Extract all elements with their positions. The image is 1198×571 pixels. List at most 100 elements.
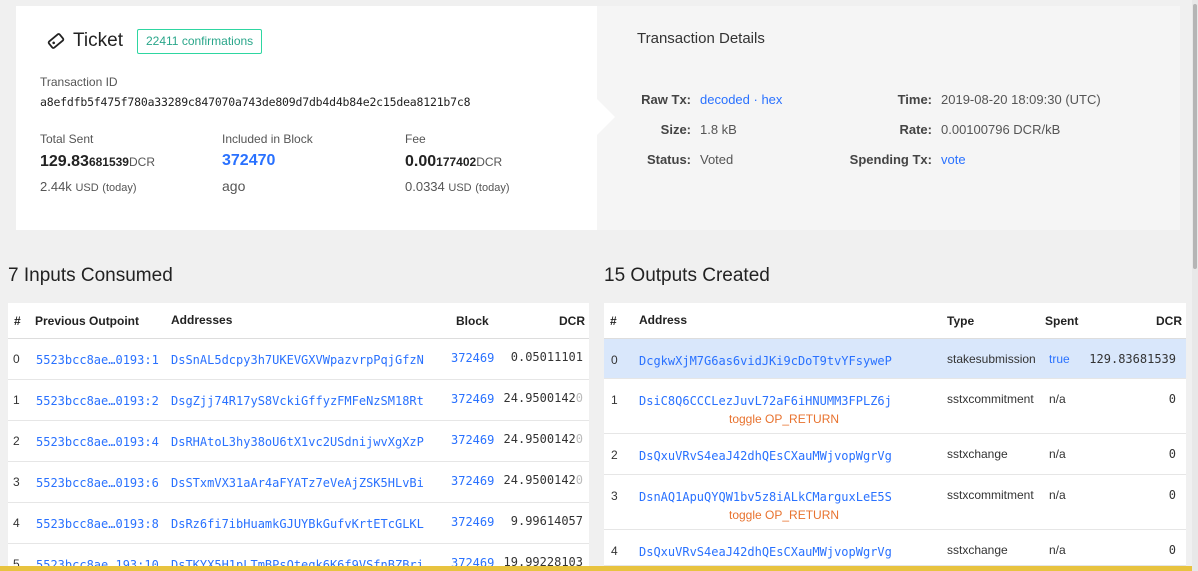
inputs-header: # Previous Outpoint Addresses Block DCR (8, 303, 589, 339)
scrollbar-thumb[interactable] (1193, 4, 1197, 269)
output-spent[interactable]: true (1049, 352, 1070, 366)
inputs-col-block: Block (456, 314, 489, 328)
output-index: 3 (611, 489, 618, 503)
today-label: (today) (102, 182, 137, 194)
output-index: 1 (611, 393, 618, 407)
rate-label: Rate: (899, 122, 932, 137)
output-address-link[interactable]: DsiC8Q6CCCLezJuvL72aF6iHNUMM3FPLZ6j (639, 394, 892, 408)
input-dcr-value: 24.95001420 (504, 391, 583, 405)
input-outpoint-link[interactable]: 5523bcc8ae…0193:4 (36, 435, 159, 449)
total-sent-unit: DCR (128, 155, 155, 169)
input-dcr-main: 24.9500142 (503, 473, 576, 487)
status-value: Voted (700, 152, 734, 167)
spending-link: vote (941, 152, 966, 167)
outputs-title: 15 Outputs Created (604, 265, 770, 286)
spending-label: Spending Tx: (849, 152, 932, 167)
ticket-heading: Ticket (46, 30, 123, 52)
outputs-col-address: Address (639, 313, 688, 327)
inputs-col-dcr: DCR (559, 314, 585, 328)
bottom-accent-bar (0, 566, 1198, 571)
input-block-link[interactable]: 372469 (451, 515, 494, 529)
fee-usd: 0.0334 USD (today) (405, 179, 510, 194)
inputs-col-addresses: Addresses (171, 313, 233, 327)
total-sent-usd-value: 2.44k (40, 179, 72, 194)
output-index: 0 (611, 353, 618, 367)
fee-today-label: (today) (475, 182, 510, 194)
ticket-icon (46, 31, 66, 51)
toggle-op-return-link[interactable]: toggle OP_RETURN (729, 412, 839, 426)
output-address-link[interactable]: DsQxuVRvS4eaJ42dhQEsCXauMWjvopWgrVg (639, 449, 892, 463)
total-sent-label: Total Sent (40, 132, 94, 146)
input-index: 3 (13, 475, 20, 489)
input-block-link[interactable]: 372469 (451, 433, 494, 447)
fee-usd-unit: USD (448, 182, 472, 194)
input-index: 4 (13, 516, 20, 530)
block-ago: ago (222, 178, 246, 194)
input-address-link[interactable]: DsgZjj74R17yS8VckiGffyzFMFeNzSM18Rt (171, 394, 424, 408)
fee-amount: 0.00177402DCR (405, 153, 502, 171)
output-dcr-value: 0 (1168, 392, 1176, 406)
details-title: Transaction Details (637, 30, 765, 47)
input-index: 2 (13, 434, 20, 448)
output-address-link[interactable]: DsQxuVRvS4eaJ42dhQEsCXauMWjvopWgrVg (639, 545, 892, 559)
outputs-col-dcr: DCR (1156, 314, 1182, 328)
outputs-col-spent: Spent (1045, 314, 1079, 328)
input-address-link[interactable]: DsRz6fi7ibHuamkGJUYBkGufvKrtETcGLKL (171, 517, 424, 531)
input-dcr-main: 24.9500142 (503, 391, 576, 405)
input-outpoint-link[interactable]: 5523bcc8ae…0193:6 (36, 476, 159, 490)
usd-unit: USD (75, 182, 99, 194)
size-value: 1.8 kB (700, 122, 737, 137)
spending-tx-link[interactable]: vote (941, 152, 966, 167)
input-block-link[interactable]: 372469 (451, 474, 494, 488)
output-spent: n/a (1049, 392, 1066, 406)
hex-link[interactable]: hex (761, 92, 782, 107)
fee-label: Fee (405, 132, 426, 146)
toggle-op-return-link[interactable]: toggle OP_RETURN (729, 508, 839, 522)
input-address-link[interactable]: DsSnAL5dcpy3h7UKEVGXVWpazvrpPqjGfzN (171, 353, 424, 367)
outputs-col-type: Type (947, 314, 975, 328)
outputs-table-row: 3 DsnAQ1ApuQYQW1bv5z8iALkCMarguxLeE5S sstx… (604, 475, 1186, 530)
input-block-link[interactable]: 372469 (451, 351, 494, 365)
input-outpoint-link[interactable]: 5523bcc8ae…0193:8 (36, 517, 159, 531)
input-dcr-main: 0.05011101 (510, 350, 583, 364)
confirmations-badge: 22411 confirmations (137, 29, 263, 54)
output-spent: n/a (1049, 543, 1066, 557)
output-dcr-value: 0 (1168, 447, 1176, 461)
output-dcr-value: 129.83681539 (1089, 352, 1176, 366)
input-index: 1 (13, 393, 20, 407)
inputs-table-row: 1 5523bcc8ae…0193:2 DsgZjj74R17yS8VckiGffy… (8, 380, 589, 421)
input-outpoint-link[interactable]: 5523bcc8ae…0193:1 (36, 353, 159, 367)
block-link[interactable]: 372470 (222, 152, 275, 170)
outputs-header: # Address Type Spent DCR (604, 303, 1186, 339)
output-type: sstxchange (947, 447, 1008, 461)
fee-unit: DCR (476, 155, 503, 169)
output-index: 4 (611, 544, 618, 558)
fee-main: 0.00 (405, 153, 437, 170)
input-dcr-value: 9.99614057 (511, 514, 583, 528)
input-index: 0 (13, 352, 20, 366)
outputs-table-row: 1 DsiC8Q6CCCLezJuvL72aF6iHNUMM3FPLZ6j sstx… (604, 379, 1186, 434)
fee-small: 177402 (436, 155, 477, 169)
output-address-link[interactable]: DcgkwXjM7G6as6vidJKi9cDoT9tvYFsyweP (639, 354, 892, 368)
output-index: 2 (611, 448, 618, 462)
outputs-table: # Address Type Spent DCR 0 DcgkwXjM7G6as6… (604, 303, 1186, 566)
input-address-link[interactable]: DsRHAtoL3hy38oU6tX1vc2USdnijwvXgXzP (171, 435, 424, 449)
input-outpoint-link[interactable]: 5523bcc8ae…0193:2 (36, 394, 159, 408)
outputs-table-row: 2 DsQxuVRvS4eaJ42dhQEsCXauMWjvopWgrVg sstx… (604, 434, 1186, 475)
inputs-title: 7 Inputs Consumed (8, 265, 173, 286)
total-sent-amount: 129.83681539DCR (40, 153, 155, 171)
output-address-link[interactable]: DsnAQ1ApuQYQW1bv5z8iALkCMarguxLeE5S (639, 490, 892, 504)
status-label: Status: (646, 152, 691, 167)
output-spent: n/a (1049, 447, 1066, 461)
txid-value[interactable]: a8efdfb5f475f780a33289c847070a743de809d7… (40, 95, 471, 109)
size-label: Size: (660, 122, 691, 137)
total-sent-small: 681539 (88, 155, 129, 169)
input-dcr-faint: 0 (575, 432, 583, 446)
output-spent: n/a (1049, 488, 1066, 502)
input-dcr-value: 24.95001420 (504, 432, 583, 446)
input-block-link[interactable]: 372469 (451, 392, 494, 406)
input-address-link[interactable]: DsSTxmVX31aAr4aFYATz7eVeAjZSK5HLvBi (171, 476, 424, 490)
fee-usd-value: 0.0334 (405, 179, 445, 194)
inputs-table: # Previous Outpoint Addresses Block DCR … (8, 303, 589, 571)
decoded-link[interactable]: decoded (700, 92, 750, 107)
